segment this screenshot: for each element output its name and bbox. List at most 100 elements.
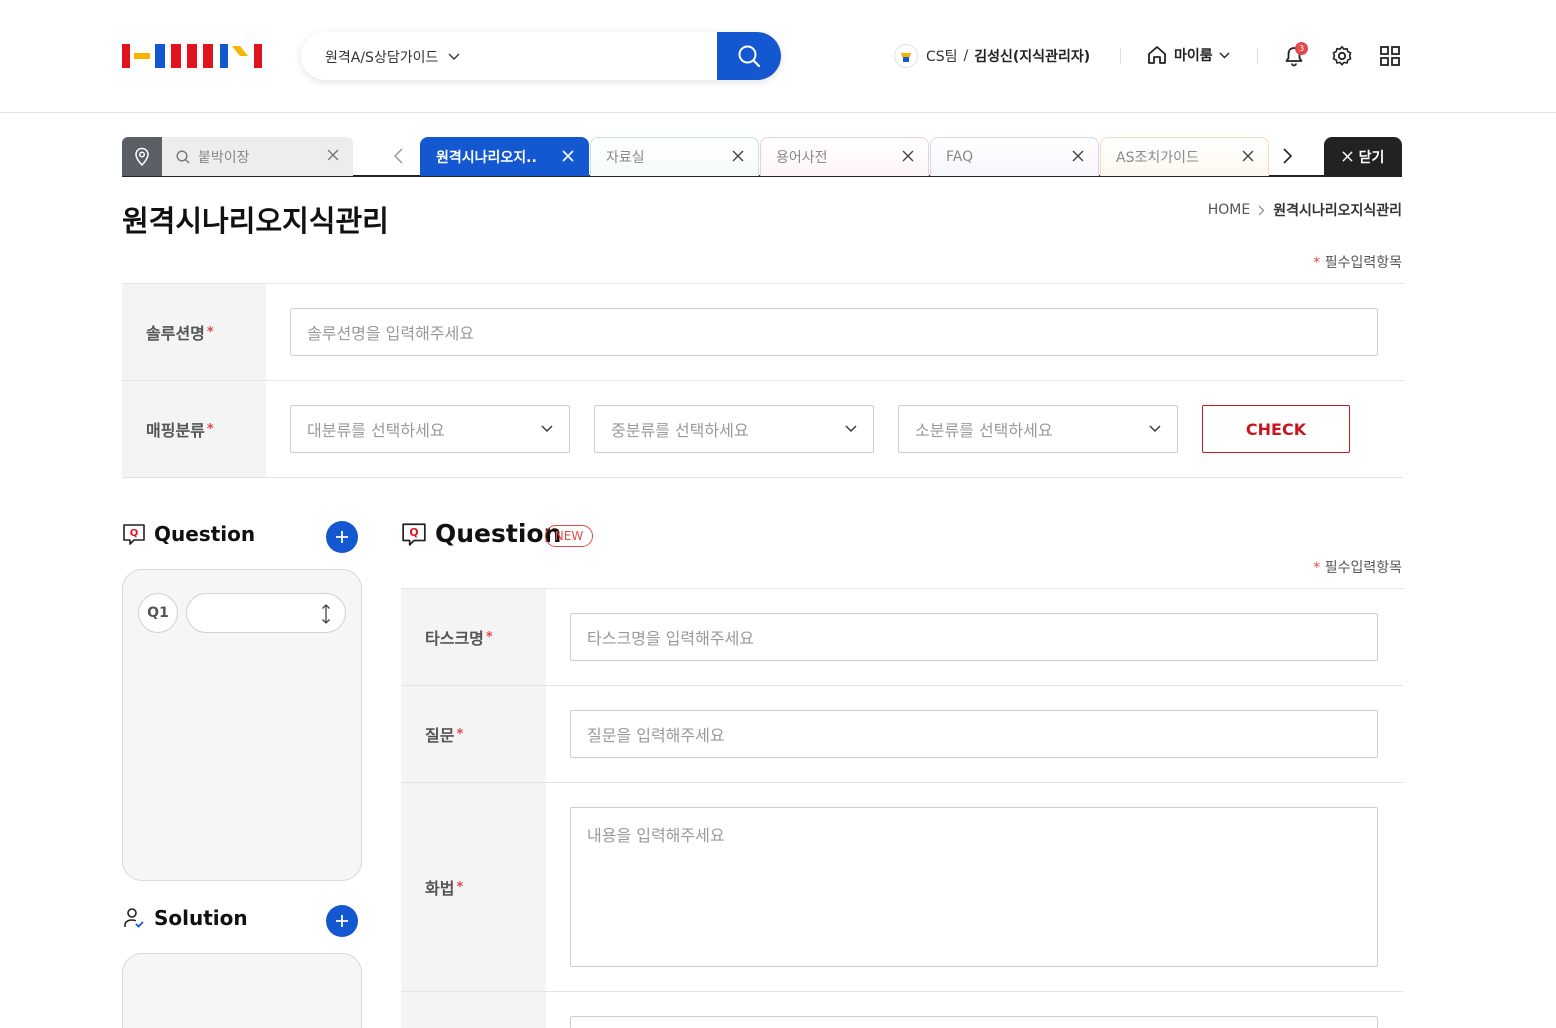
required-star: * [206, 421, 214, 437]
search-icon [738, 45, 761, 68]
task-name-input[interactable]: 타스크명을 입력해주세요 [570, 613, 1378, 661]
solution-label: 솔루션명 * [122, 284, 266, 380]
close-icon[interactable] [1242, 150, 1254, 162]
search-button[interactable] [717, 32, 781, 80]
middle-category-placeholder: 중분류를 선택하세요 [611, 421, 749, 440]
clear-icon[interactable] [327, 149, 339, 161]
user-grade-icon [894, 44, 918, 68]
header: 원격A/S상담가이드 CS팀 / 김성신(지식관리자) 마이룸 3 [0, 0, 1556, 113]
pin-button[interactable] [122, 137, 162, 176]
pinned-search-input[interactable]: 붙박이장 [162, 137, 353, 176]
gear-icon [1332, 46, 1352, 66]
task-name-placeholder: 타스크명을 입력해주세요 [587, 629, 755, 648]
script-label: 화법 * [401, 783, 546, 991]
user-team: CS팀 [926, 49, 958, 65]
add-question-button[interactable] [326, 521, 358, 553]
search-category-select[interactable]: 원격A/S상담가이드 [325, 47, 460, 67]
question-input[interactable]: 질문을 입력해주세요 [570, 710, 1378, 758]
tab-label: 자료실 [606, 150, 645, 166]
tab-glossary[interactable]: 용어사전 [760, 137, 929, 176]
question-chip[interactable]: Q1 [138, 593, 178, 633]
question-item-field[interactable] [186, 593, 346, 633]
close-icon[interactable] [902, 150, 914, 162]
question-section-title: Q Question [122, 522, 255, 546]
tab-label: 원격시나리오지.. [436, 150, 537, 166]
tab-library[interactable]: 자료실 [590, 137, 759, 176]
page-title: 원격시나리오지식관리 [122, 204, 389, 238]
required-note: * 필수입력항목 [1313, 252, 1402, 272]
pinned-search-placeholder: 붙박이장 [198, 149, 250, 166]
tab-prev-button[interactable] [392, 147, 406, 165]
chevron-down-icon [541, 425, 553, 432]
question-placeholder: 질문을 입력해주세요 [587, 726, 725, 745]
plus-icon [336, 531, 348, 543]
apps-menu-button[interactable] [1378, 44, 1402, 68]
required-star: * [1313, 255, 1321, 271]
minor-category-select[interactable]: 소분류를 선택하세요 [898, 405, 1178, 453]
question-form-title: Q Question [401, 519, 561, 548]
close-icon[interactable] [1072, 150, 1084, 162]
required-star: * [456, 879, 464, 895]
myroom-menu[interactable]: 마이룸 [1146, 44, 1230, 66]
question-form-label: Question [435, 519, 562, 548]
user-info[interactable]: CS팀 / 김성신(지식관리자) [894, 43, 1090, 69]
mapping-label: 매핑분류 * [122, 381, 266, 477]
tab-faq[interactable]: FAQ [930, 137, 1099, 176]
close-icon[interactable] [732, 150, 744, 162]
close-icon[interactable] [562, 150, 574, 162]
settings-button[interactable] [1330, 44, 1354, 68]
user-check-icon [124, 908, 144, 928]
chevron-down-icon [1149, 425, 1161, 432]
question-label-text: 질문 [425, 726, 455, 745]
svg-text:Q: Q [130, 528, 139, 539]
question-icon: Q [402, 522, 426, 546]
next-row-input[interactable] [570, 1016, 1378, 1028]
middle-category-select[interactable]: 중분류를 선택하세요 [594, 405, 874, 453]
check-button[interactable]: CHECK [1202, 405, 1350, 453]
close-all-tabs-button[interactable]: 닫기 [1324, 137, 1402, 176]
major-category-placeholder: 대분류를 선택하세요 [307, 421, 445, 440]
chevron-down-icon [1219, 52, 1230, 58]
tab-bar: 붙박이장 원격시나리오지.. 자료실 용어사전 FAQ AS조치가이드 닫기 [122, 137, 1402, 177]
myroom-label: 마이룸 [1174, 48, 1213, 64]
tab-as-guide[interactable]: AS조치가이드 [1100, 137, 1269, 176]
tab-remote-scenario[interactable]: 원격시나리오지.. [420, 137, 589, 176]
solution-name-input[interactable]: 솔루션명을 입력해주세요 [290, 308, 1378, 356]
global-search: 원격A/S상담가이드 [301, 32, 781, 80]
plus-icon [336, 915, 348, 927]
divider [1257, 48, 1258, 64]
home-icon [1148, 46, 1166, 64]
close-icon [1342, 151, 1353, 162]
next-row-label [401, 992, 546, 1028]
tab-next-button[interactable] [1280, 147, 1294, 165]
question-section-label: Question [154, 522, 256, 546]
script-textarea[interactable]: 내용을 입력해주세요 [570, 807, 1378, 967]
tab-label: FAQ [946, 149, 974, 165]
close-all-label: 닫기 [1358, 149, 1385, 166]
chevron-down-icon [845, 425, 857, 432]
location-pin-icon [135, 147, 149, 166]
solution-list-panel [122, 953, 362, 1028]
brand-logo[interactable] [122, 44, 262, 68]
notification-count-badge: 3 [1295, 42, 1308, 55]
minor-category-placeholder: 소분류를 선택하세요 [915, 421, 1053, 440]
svg-text:Q: Q [409, 526, 418, 539]
required-note-text: 필수입력항목 [1324, 255, 1402, 271]
required-note-text: 필수입력항목 [1324, 560, 1402, 576]
add-solution-button[interactable] [326, 905, 358, 937]
sort-arrows-icon[interactable] [321, 604, 331, 624]
required-star: * [1313, 560, 1321, 576]
breadcrumb: HOME 원격시나리오지식관리 [1208, 200, 1402, 220]
tab-label: 용어사전 [776, 150, 828, 166]
chevron-right-icon [1258, 205, 1265, 215]
breadcrumb-home[interactable]: HOME [1208, 202, 1250, 218]
required-star: * [485, 629, 493, 645]
search-icon [176, 149, 190, 163]
solution-name-placeholder: 솔루션명을 입력해주세요 [307, 324, 475, 343]
required-star: * [456, 726, 464, 742]
mapping-label-text: 매핑분류 [146, 421, 205, 440]
major-category-select[interactable]: 대분류를 선택하세요 [290, 405, 570, 453]
solution-label-text: 솔루션명 [146, 324, 205, 343]
notification-button[interactable]: 3 [1282, 42, 1308, 68]
script-label-text: 화법 [425, 879, 455, 898]
